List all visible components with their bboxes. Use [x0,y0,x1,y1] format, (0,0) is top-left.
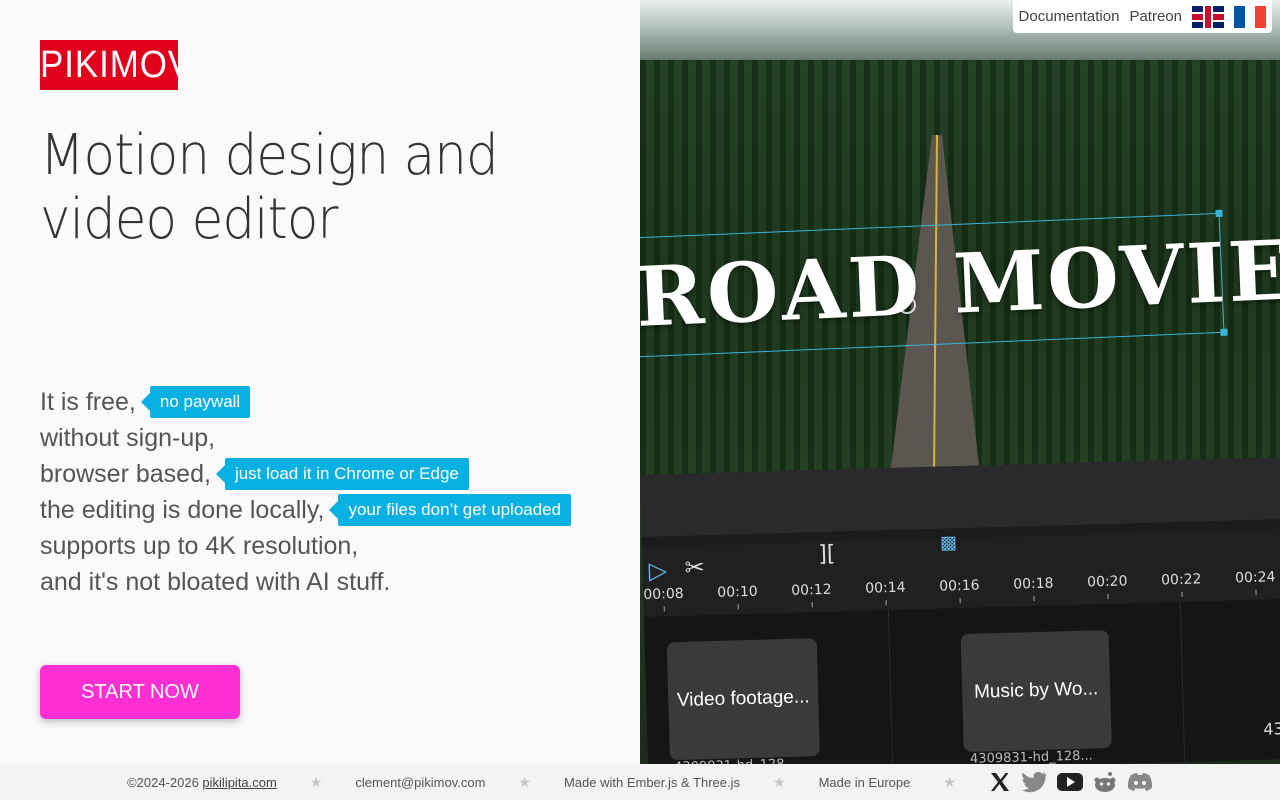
playhead-marker-icon: ▩ [939,532,958,554]
anchor-crosshair-icon [898,296,916,314]
split-icon: ][ [817,541,836,568]
feature-item: It is free, no paywall [40,384,571,420]
copyright-text: ©2024-2026 [127,774,203,790]
feature-tag: just load it in Chrome or Edge [215,458,469,490]
ruler-tick: 00:14 [865,579,906,597]
feature-tag: your files don’t get uploaded [329,494,572,526]
title-line-1: Motion design and [40,123,499,188]
ruler-tick: 00:22 [1160,571,1202,589]
ruler-tick: 00:20 [1086,573,1128,591]
x-icon[interactable] [989,772,1011,792]
feature-item: and it's not bloated with AI stuff. [40,564,571,600]
reddit-icon[interactable] [1093,771,1117,793]
top-nav: Documentation Patreon [1012,0,1272,33]
patreon-link[interactable]: Patreon [1129,8,1182,25]
footer-separator: ★ [518,773,531,790]
ruler-tick: 00:18 [1012,575,1054,593]
feature-item: browser based, just load it in Chrome or… [40,456,571,492]
feature-item: supports up to 4K resolution, [40,528,571,564]
editor-preview-image: ROAD MOVIE ▷ ✂ ][ ▩ 00:08 00:10 00:12 00… [640,0,1280,764]
feature-text: browser based, [40,460,211,488]
page-title: Motion design and video editor [40,124,555,252]
feature-text: without sign-up, [40,424,216,452]
discord-icon[interactable] [1127,772,1153,792]
contact-email[interactable]: clement@pikimov.com [355,775,485,790]
footer-separator: ★ [943,773,956,790]
made-in-text: Made in Europe [818,774,911,790]
french-flag-icon[interactable] [1234,5,1266,28]
clip-filename: 4309831-hd_128... [969,748,1094,764]
ruler-tick: 00:10 [717,583,758,601]
pikimov-logo[interactable]: PIKIMOV [40,40,191,90]
ruler-tick: 00:08 [643,585,684,603]
clip-label-edge: 43 [1263,719,1280,739]
scissors-icon: ✂ [684,553,706,582]
feature-tag: no paywall [140,386,251,418]
track-divider [887,610,894,764]
footer: ©2024-2026 pikilipita.com ★ clement@piki… [0,764,1280,800]
select-arrow-icon: ▷ [648,556,668,585]
feature-text: supports up to 4K resolution, [40,532,359,560]
video-clip: Video footage... [666,638,820,761]
timeline-tracks: Video footage... Music by Wo... 4309831-… [643,598,1280,764]
made-with-text: Made with Ember.js & Three.js [563,774,741,790]
social-links [989,771,1153,793]
intro-panel: PIKIMOV Motion design and video editor I… [0,0,640,764]
music-clip: Music by Wo... [960,629,1112,753]
start-now-button[interactable]: START NOW [40,665,240,719]
track-divider [1179,601,1186,762]
resize-handle [1220,328,1228,336]
feature-item: without sign-up, [40,420,571,456]
footer-separator: ★ [309,773,323,790]
ruler-tick: 00:16 [939,577,980,595]
copyright: ©2024-2026 pikilipita.com [127,775,277,790]
feature-text: the editing is done locally, [40,496,325,524]
youtube-icon[interactable] [1056,772,1083,792]
documentation-link[interactable]: Documentation [1019,8,1120,25]
feature-item: the editing is done locally, your files … [40,492,572,528]
feature-text: and it's not bloated with AI stuff. [40,568,391,596]
title-line-2: video editor [40,187,339,252]
resize-handle [1215,209,1223,218]
feature-list: It is free, no paywall without sign-up, … [40,384,572,600]
ruler-tick: 00:24 [1234,569,1276,587]
twitter-icon[interactable] [1021,771,1047,793]
feature-text: It is free, [40,388,136,416]
english-flag-icon[interactable] [1192,5,1224,28]
footer-separator: ★ [773,773,786,790]
timeline-editor: ▷ ✂ ][ ▩ 00:08 00:10 00:12 00:14 00:16 0… [640,456,1280,764]
pikilipita-link[interactable]: pikilipita.com [202,775,276,790]
ruler-tick: 00:12 [791,581,832,599]
